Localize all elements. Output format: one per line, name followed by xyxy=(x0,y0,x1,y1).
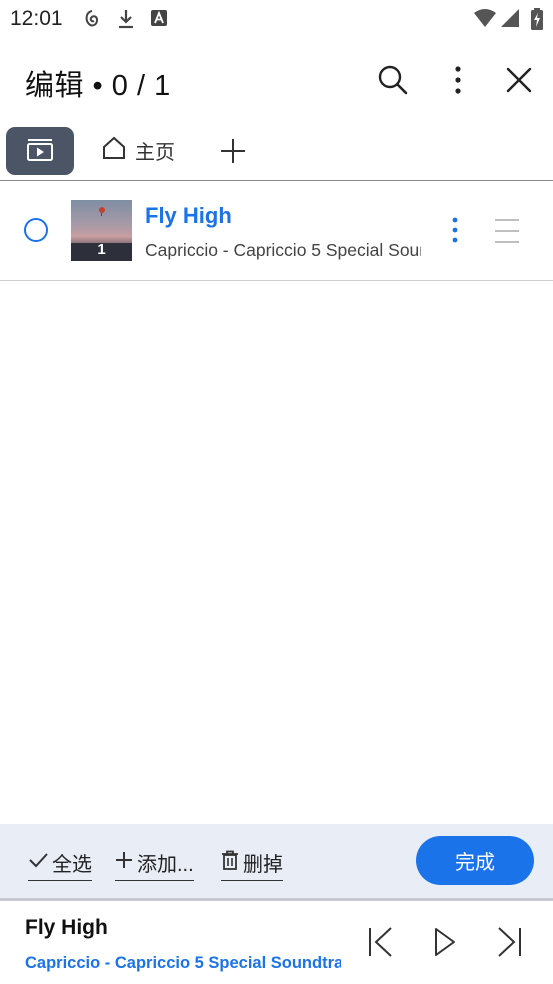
queue-play-icon xyxy=(25,136,55,167)
add-tab-button[interactable] xyxy=(219,136,247,166)
search-button[interactable] xyxy=(373,62,413,102)
delete-label: 删掉 xyxy=(243,853,283,876)
previous-button[interactable] xyxy=(367,925,397,959)
drag-handle-icon xyxy=(493,219,521,248)
delete-button[interactable]: 删掉 xyxy=(221,846,283,881)
signal-icon xyxy=(500,8,520,33)
select-all-label: 全选 xyxy=(52,853,92,876)
select-checkbox[interactable] xyxy=(24,218,48,242)
home-icon xyxy=(101,135,127,166)
skip-next-icon xyxy=(495,927,525,963)
trash-icon xyxy=(221,850,239,875)
status-bar: 12:01 xyxy=(0,0,553,38)
track-subtitle: Capriccio - Capriccio 5 Special Soundtra… xyxy=(145,240,421,260)
track-title: Fly High xyxy=(145,203,232,228)
status-time: 12:01 xyxy=(10,7,63,30)
close-icon xyxy=(505,66,533,99)
done-button[interactable]: 完成 xyxy=(416,836,534,885)
more-vert-icon xyxy=(454,65,462,100)
row-divider xyxy=(0,280,553,281)
player-title: Fly High xyxy=(25,916,108,939)
next-button[interactable] xyxy=(495,925,525,959)
more-vert-icon xyxy=(445,217,465,251)
plus-icon xyxy=(115,851,133,874)
wifi-icon xyxy=(473,8,497,33)
more-options-button[interactable] xyxy=(438,62,478,102)
edit-action-bar: 全选 添加... 删掉 完成 xyxy=(0,824,553,898)
tab-queue[interactable] xyxy=(6,127,74,175)
track-thumbnail: 1 xyxy=(71,200,132,261)
play-icon xyxy=(431,928,461,963)
drag-handle[interactable] xyxy=(493,218,521,244)
download-icon xyxy=(116,8,136,35)
player-subtitle: Capriccio - Capriccio 5 Special Soundtra… xyxy=(25,954,341,972)
search-icon xyxy=(377,64,409,101)
skip-previous-icon xyxy=(367,927,397,963)
page-title: 编辑 • 0 / 1 xyxy=(25,70,171,102)
app-swirl-icon xyxy=(82,8,102,35)
close-button[interactable] xyxy=(499,62,539,102)
add-button[interactable]: 添加... xyxy=(115,846,194,881)
track-more-button[interactable] xyxy=(445,215,465,247)
plus-icon xyxy=(219,139,247,170)
battery-icon xyxy=(530,8,544,35)
font-icon xyxy=(150,8,168,33)
list-item[interactable]: 1 Fly High Capriccio - Capriccio 5 Speci… xyxy=(0,181,553,280)
add-label: 添加... xyxy=(137,853,194,876)
app-bar: 编辑 • 0 / 1 xyxy=(0,46,553,114)
tab-bar: 主页 xyxy=(0,122,553,180)
tab-home-label: 主页 xyxy=(135,141,175,164)
select-all-button[interactable]: 全选 xyxy=(28,846,92,881)
play-button[interactable] xyxy=(431,925,461,959)
thumbnail-number: 1 xyxy=(97,241,106,258)
check-icon xyxy=(28,851,48,874)
tab-home[interactable]: 主页 xyxy=(101,134,175,166)
mini-player[interactable]: Fly High Capriccio - Capriccio 5 Special… xyxy=(0,901,553,984)
